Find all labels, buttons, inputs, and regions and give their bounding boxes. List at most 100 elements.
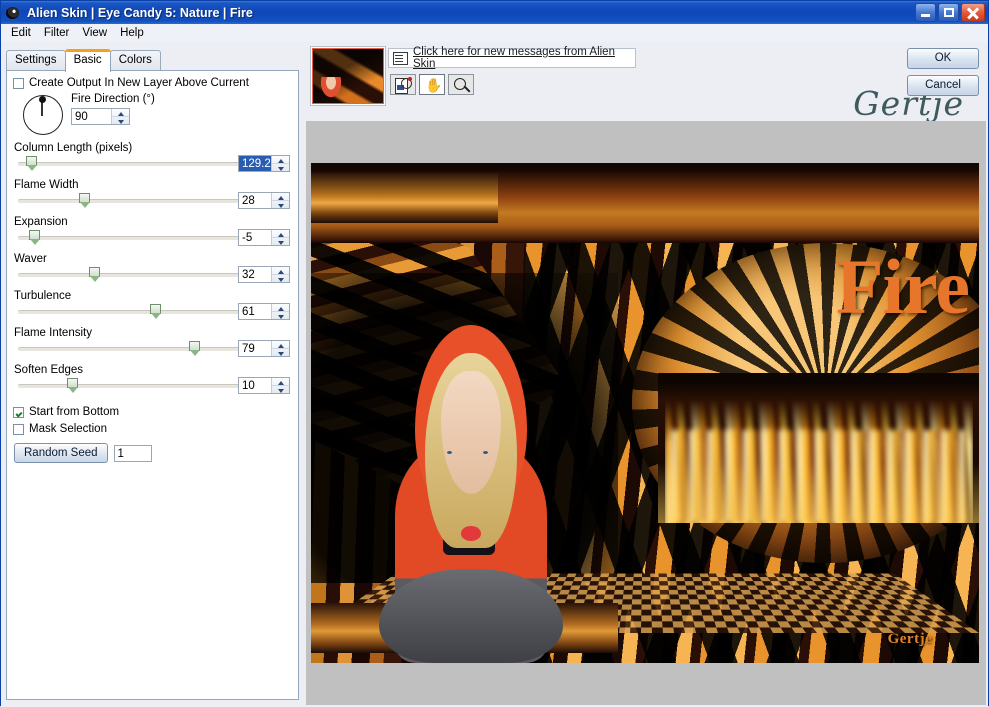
stepper-up-icon[interactable] — [272, 193, 289, 201]
cancel-button[interactable]: Cancel — [907, 75, 979, 96]
artwork-layers: Fire Gertje — [311, 163, 979, 663]
stepper-up-icon[interactable] — [272, 304, 289, 312]
preview-toolbar: ✋ — [390, 74, 474, 95]
stepper-down-icon[interactable] — [272, 238, 289, 245]
slider-track[interactable] — [18, 236, 242, 240]
slider-label: Expansion — [14, 216, 68, 228]
fire-direction-row: Fire Direction (°) 90 — [7, 93, 298, 139]
start-from-bottom-label: Start from Bottom — [29, 406, 120, 418]
create-output-label: Create Output In New Layer Above Current — [29, 77, 249, 89]
menu-item-edit[interactable]: Edit — [6, 26, 39, 41]
menu-bar: Edit Filter View Help — [1, 24, 988, 42]
window-title: Alien Skin | Eye Candy 5: Nature | Fire — [27, 5, 253, 20]
slider-stepper[interactable]: -5 — [238, 229, 290, 246]
artwork-signature: Gertje — [887, 631, 933, 647]
minimize-icon[interactable] — [915, 3, 936, 22]
slider-track[interactable] — [18, 273, 242, 277]
preview-canvas-area[interactable]: Fire Gertje — [306, 121, 986, 705]
maximize-icon[interactable] — [938, 3, 959, 22]
stepper-down-icon[interactable] — [272, 386, 289, 393]
fire-direction-label: Fire Direction (°) — [71, 93, 155, 105]
slider-track[interactable] — [18, 199, 242, 203]
slider-label: Soften Edges — [14, 364, 84, 376]
slider-track[interactable] — [18, 347, 242, 351]
message-link[interactable]: Click here for new messages from Alien S… — [413, 46, 635, 70]
slider-stepper[interactable]: 28 — [238, 192, 290, 209]
slider-thumb[interactable] — [89, 267, 100, 283]
slider-stepper[interactable]: 61 — [238, 303, 290, 320]
ok-button[interactable]: OK — [907, 48, 979, 69]
stepper-up-icon[interactable] — [272, 230, 289, 238]
zoom-magnifier-icon[interactable] — [448, 74, 474, 95]
slider-thumb[interactable] — [189, 341, 200, 357]
fire-direction-stepper[interactable]: 90 — [71, 108, 130, 125]
stepper-down-icon[interactable] — [272, 312, 289, 319]
fire-direction-dial[interactable] — [23, 95, 63, 135]
artwork-woman — [371, 303, 571, 663]
menu-item-view[interactable]: View — [77, 26, 115, 41]
message-banner[interactable]: Click here for new messages from Alien S… — [388, 46, 636, 70]
slider-thumb[interactable] — [67, 378, 78, 394]
menu-item-help[interactable]: Help — [115, 26, 152, 41]
slider-stepper[interactable]: 10 — [238, 377, 290, 394]
stepper-down-icon[interactable] — [112, 117, 129, 124]
stepper-down-icon[interactable] — [272, 349, 289, 356]
slider-turbulence: Turbulence 61 — [7, 290, 298, 324]
stepper-up-icon[interactable] — [112, 109, 129, 117]
slider-track[interactable] — [18, 384, 242, 388]
start-from-bottom-checkbox[interactable] — [13, 406, 24, 418]
slider-thumb[interactable] — [29, 230, 40, 246]
slider-value[interactable]: 61 — [239, 304, 271, 319]
slider-stepper[interactable]: 129.25 — [238, 155, 290, 172]
stepper-up-icon[interactable] — [272, 267, 289, 275]
fire-direction-arrows[interactable] — [111, 109, 129, 124]
stepper-down-icon[interactable] — [272, 164, 289, 171]
close-icon[interactable] — [961, 3, 985, 22]
tab-settings[interactable]: Settings — [6, 50, 66, 72]
slider-value[interactable]: -5 — [239, 230, 271, 245]
artwork-title-text: Fire — [835, 243, 970, 330]
stepper-down-icon[interactable] — [272, 275, 289, 282]
preview-thumbnail[interactable] — [310, 46, 386, 106]
slider-value[interactable]: 79 — [239, 341, 271, 356]
slider-track[interactable] — [18, 310, 242, 314]
stepper-up-icon[interactable] — [272, 378, 289, 386]
preview-compare-icon[interactable] — [390, 74, 416, 95]
tab-basic[interactable]: Basic — [64, 49, 111, 72]
stepper-up-icon[interactable] — [272, 156, 289, 164]
slider-value[interactable]: 129.25 — [239, 156, 277, 171]
window-controls — [915, 3, 985, 22]
stepper-up-icon[interactable] — [272, 341, 289, 349]
mask-selection-checkbox[interactable] — [13, 423, 24, 435]
pan-hand-icon[interactable]: ✋ — [419, 74, 445, 95]
slider-track[interactable] — [18, 162, 242, 166]
mask-selection-row[interactable]: Mask Selection — [13, 423, 298, 435]
slider-value[interactable]: 32 — [239, 267, 271, 282]
fire-direction-value[interactable]: 90 — [72, 109, 111, 124]
slider-label: Flame Width — [14, 179, 79, 191]
slider-waver: Waver 32 — [7, 253, 298, 287]
stepper-down-icon[interactable] — [272, 201, 289, 208]
slider-thumb[interactable] — [79, 193, 90, 209]
random-seed-button[interactable]: Random Seed — [14, 443, 108, 463]
thumbnail-image — [312, 48, 384, 104]
slider-value[interactable]: 10 — [239, 378, 271, 393]
tab-colors[interactable]: Colors — [109, 50, 161, 72]
create-output-checkbox[interactable] — [13, 77, 24, 89]
slider-value[interactable]: 28 — [239, 193, 271, 208]
artwork-fire-effect — [658, 373, 979, 523]
slider-thumb[interactable] — [26, 156, 37, 172]
slider-column-length: Column Length (pixels) 129.25 — [7, 142, 298, 176]
alien-eye-icon — [4, 5, 22, 21]
random-seed-row: Random Seed 1 — [14, 443, 298, 463]
preview-image[interactable]: Fire Gertje — [311, 163, 979, 663]
create-output-checkbox-row[interactable]: Create Output In New Layer Above Current — [13, 77, 298, 89]
random-seed-input[interactable]: 1 — [113, 444, 152, 462]
start-from-bottom-row[interactable]: Start from Bottom — [13, 406, 298, 418]
slider-stepper[interactable]: 32 — [238, 266, 290, 283]
preview-pane: Click here for new messages from Alien S… — [304, 42, 988, 707]
slider-stepper[interactable]: 79 — [238, 340, 290, 357]
slider-thumb[interactable] — [150, 304, 161, 320]
menu-item-filter[interactable]: Filter — [39, 26, 78, 41]
title-bar: Alien Skin | Eye Candy 5: Nature | Fire — [1, 1, 988, 24]
